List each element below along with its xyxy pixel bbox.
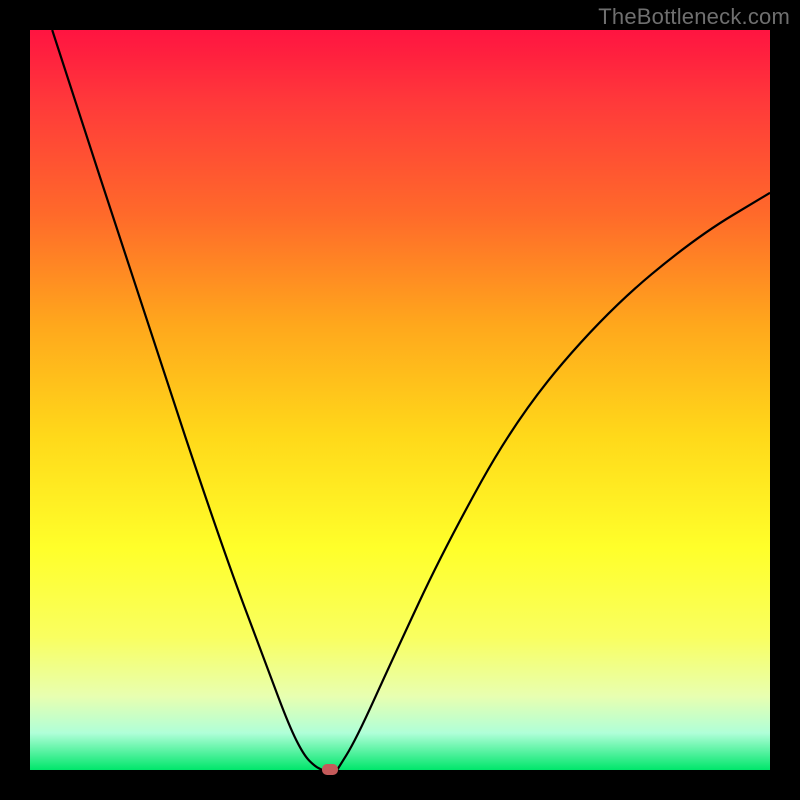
plot-area bbox=[30, 30, 770, 770]
chart-frame: TheBottleneck.com bbox=[0, 0, 800, 800]
curve-left-path bbox=[52, 30, 322, 770]
bottleneck-curve bbox=[30, 30, 770, 770]
watermark-text: TheBottleneck.com bbox=[598, 4, 790, 30]
curve-right-path bbox=[337, 193, 770, 770]
minimum-marker bbox=[322, 764, 338, 775]
